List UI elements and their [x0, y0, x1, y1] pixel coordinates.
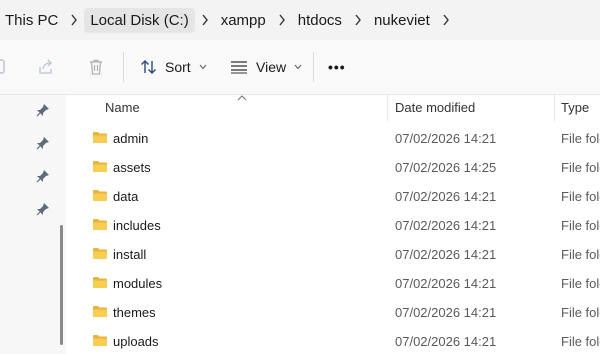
pin-icon[interactable]: [36, 169, 50, 183]
file-name: install: [113, 247, 147, 262]
view-label: View: [256, 59, 287, 75]
share-icon[interactable]: [37, 40, 57, 94]
file-row[interactable]: uploads 07/02/2026 14:21 File folder: [66, 327, 600, 354]
column-divider[interactable]: [554, 95, 555, 121]
navigation-pane: [0, 95, 66, 354]
folder-icon: [92, 131, 108, 147]
folder-icon: [92, 189, 108, 205]
chevron-right-icon[interactable]: [195, 14, 215, 26]
file-date-modified: 07/02/2026 14:21: [395, 305, 497, 320]
file-date-modified: 07/02/2026 14:21: [395, 218, 497, 233]
column-header-name[interactable]: Name: [105, 100, 140, 115]
breadcrumb-nukeviet[interactable]: nukeviet: [368, 8, 436, 33]
toolbar-divider: [123, 52, 124, 82]
breadcrumb-htdocs[interactable]: htdocs: [292, 8, 348, 33]
file-type: File folder: [561, 247, 600, 262]
folder-icon: [92, 334, 108, 350]
file-row[interactable]: admin 07/02/2026 14:21 File folder: [66, 124, 600, 153]
chevron-right-icon[interactable]: [436, 14, 456, 26]
folder-icon: [92, 276, 108, 292]
chevron-right-icon[interactable]: [272, 14, 292, 26]
column-divider[interactable]: [387, 95, 388, 121]
chevron-down-icon: [294, 64, 302, 70]
column-headers: Name Date modified Type: [66, 95, 600, 121]
breadcrumb-xampp[interactable]: xampp: [215, 8, 272, 33]
file-date-modified: 07/02/2026 14:21: [395, 276, 497, 291]
copy-icon[interactable]: [0, 40, 12, 94]
command-bar: Sort View •••: [0, 40, 600, 95]
view-button[interactable]: View: [230, 40, 302, 94]
file-row[interactable]: themes 07/02/2026 14:21 File folder: [66, 298, 600, 327]
file-date-modified: 07/02/2026 14:21: [395, 334, 497, 349]
more-icon: •••: [328, 59, 346, 75]
file-row[interactable]: includes 07/02/2026 14:21 File folder: [66, 211, 600, 240]
chevron-down-icon: [199, 64, 207, 70]
file-explorer-window: This PC Local Disk (C:) xampp htdocs nuk…: [0, 0, 600, 354]
file-row[interactable]: modules 07/02/2026 14:21 File folder: [66, 269, 600, 298]
file-type: File folder: [561, 131, 600, 146]
sort-button[interactable]: Sort: [140, 40, 207, 94]
file-type: File folder: [561, 189, 600, 204]
folder-icon: [92, 305, 108, 321]
file-type: File folder: [561, 276, 600, 291]
file-date-modified: 07/02/2026 14:21: [395, 189, 497, 204]
file-type: File folder: [561, 218, 600, 233]
view-list-icon: [230, 60, 248, 74]
file-row[interactable]: install 07/02/2026 14:21 File folder: [66, 240, 600, 269]
folder-icon: [92, 218, 108, 234]
file-type: File folder: [561, 334, 600, 349]
file-list: admin 07/02/2026 14:21 File folder assets 07…: [66, 124, 600, 354]
pin-icon[interactable]: [36, 103, 50, 117]
pin-icon[interactable]: [36, 136, 50, 150]
toolbar-divider: [313, 52, 314, 82]
file-name: includes: [113, 218, 161, 233]
file-date-modified: 07/02/2026 14:25: [395, 160, 497, 175]
file-name: modules: [113, 276, 163, 291]
file-name: assets: [113, 160, 151, 175]
delete-icon[interactable]: [87, 40, 107, 94]
file-row[interactable]: assets 07/02/2026 14:25 File folder: [66, 153, 600, 182]
breadcrumb-local-disk[interactable]: Local Disk (C:): [84, 7, 195, 33]
sort-label: Sort: [165, 59, 191, 75]
breadcrumb-this-pc[interactable]: This PC: [0, 8, 64, 33]
file-date-modified: 07/02/2026 14:21: [395, 131, 497, 146]
file-name: admin: [113, 131, 149, 146]
navigation-scrollbar[interactable]: [60, 225, 63, 345]
file-name: data: [113, 189, 139, 204]
column-header-type[interactable]: Type: [561, 100, 589, 115]
sort-ascending-icon: [237, 89, 247, 104]
sort-icon: [140, 59, 158, 75]
file-type: File folder: [561, 305, 600, 320]
file-type: File folder: [561, 160, 600, 175]
pin-icon[interactable]: [36, 202, 50, 216]
file-name: themes: [113, 305, 156, 320]
file-name: uploads: [113, 334, 159, 349]
more-options-button[interactable]: •••: [328, 40, 346, 94]
file-row[interactable]: data 07/02/2026 14:21 File folder: [66, 182, 600, 211]
chevron-right-icon[interactable]: [348, 14, 368, 26]
folder-icon: [92, 160, 108, 176]
file-date-modified: 07/02/2026 14:21: [395, 247, 497, 262]
folder-icon: [92, 247, 108, 263]
column-header-date-modified[interactable]: Date modified: [395, 100, 475, 115]
chevron-right-icon[interactable]: [64, 14, 84, 26]
breadcrumb: This PC Local Disk (C:) xampp htdocs nuk…: [0, 0, 600, 40]
